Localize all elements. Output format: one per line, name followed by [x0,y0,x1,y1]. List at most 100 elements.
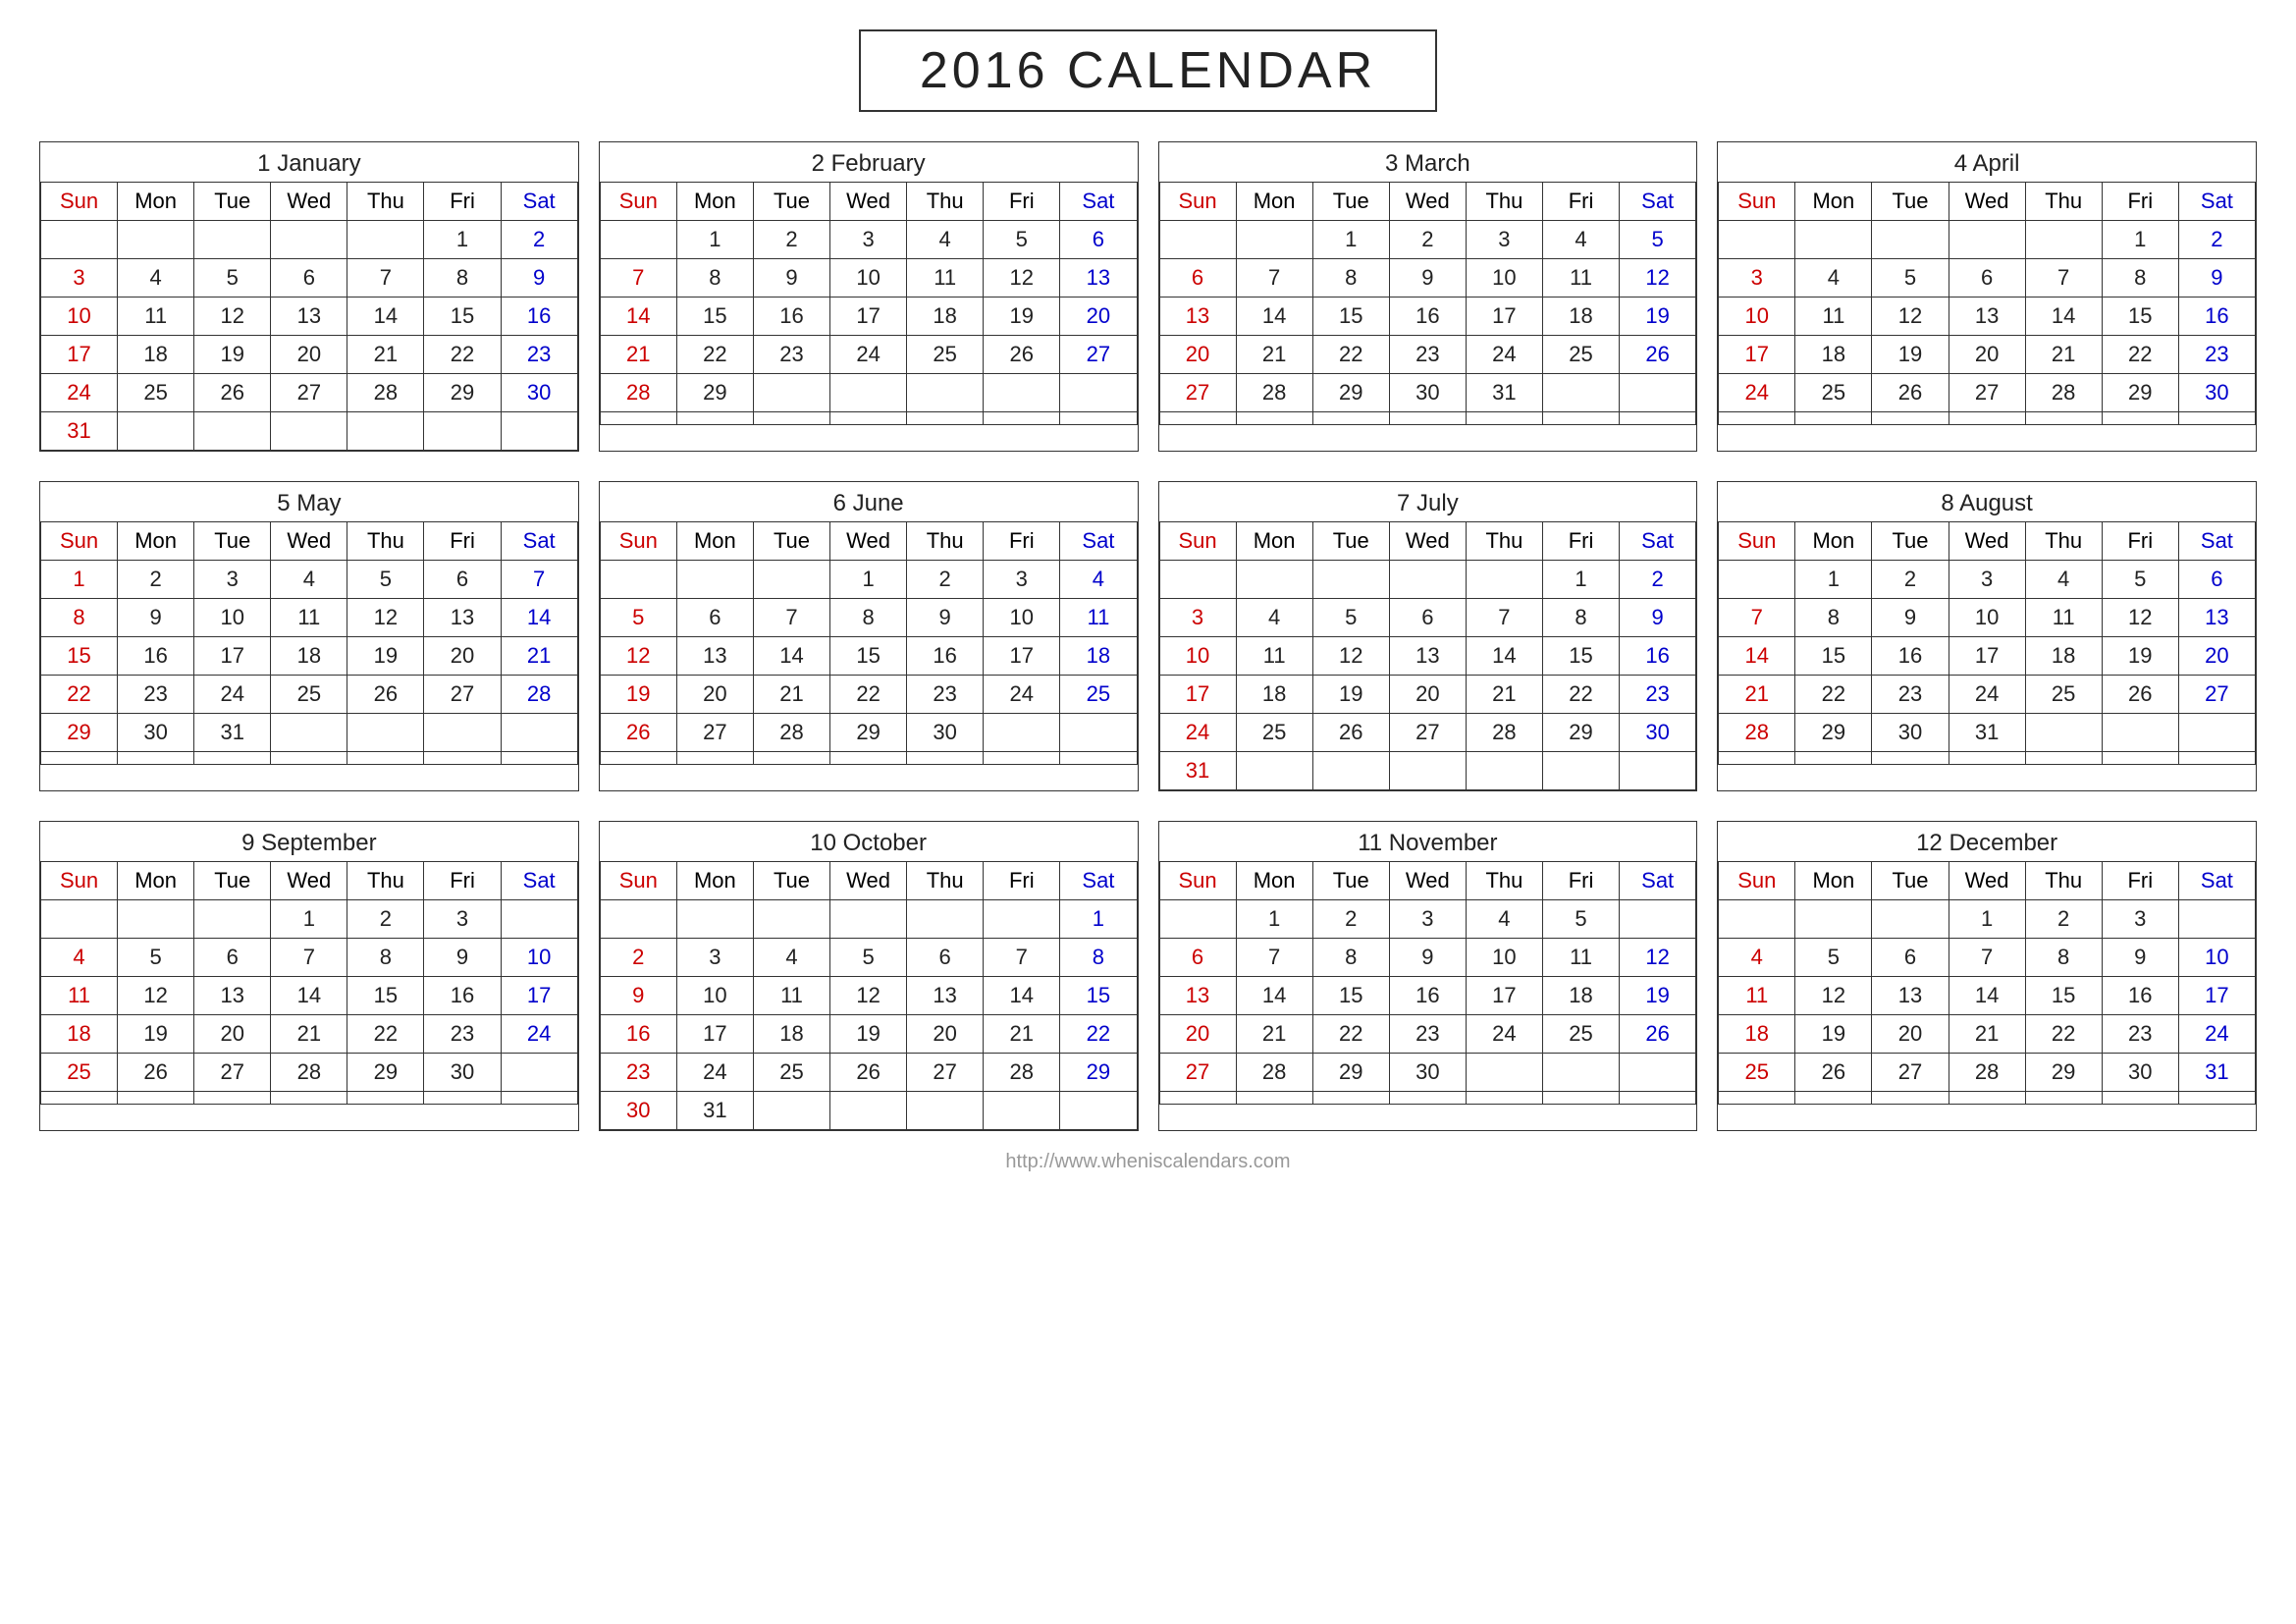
day-cell: 14 [1719,637,1795,676]
day-cell [984,412,1060,425]
day-cell: 28 [271,1054,347,1092]
day-cell: 12 [2102,599,2178,637]
day-cell: 19 [830,1015,907,1054]
day-cell [1466,1092,1542,1105]
day-cell: 4 [271,561,347,599]
day-cell: 21 [1466,676,1542,714]
day-cell: 5 [1312,599,1389,637]
col-header-sun: Sun [1719,522,1795,561]
day-cell: 24 [41,374,118,412]
day-cell: 25 [1542,1015,1619,1054]
day-cell: 8 [1795,599,1872,637]
day-cell: 13 [1872,977,1949,1015]
day-cell [1159,221,1236,259]
day-cell: 15 [2102,298,2178,336]
week-row: 3456789 [1159,599,1696,637]
week-row: 11121314151617 [41,977,578,1015]
col-header-tue: Tue [1312,522,1389,561]
day-cell: 23 [753,336,829,374]
day-cell [118,1092,194,1105]
day-cell: 15 [1312,298,1389,336]
day-cell: 1 [41,561,118,599]
day-cell: 9 [1872,599,1949,637]
col-header-mon: Mon [676,183,753,221]
col-header-sun: Sun [600,862,676,900]
day-cell: 17 [676,1015,753,1054]
day-cell: 15 [347,977,424,1015]
day-cell: 28 [1949,1054,2025,1092]
day-cell: 2 [2025,900,2102,939]
col-header-thu: Thu [2025,862,2102,900]
day-cell [2178,752,2255,765]
col-header-sun: Sun [1159,862,1236,900]
day-cell: 18 [1719,1015,1795,1054]
day-cell: 29 [1542,714,1619,752]
day-cell: 21 [600,336,676,374]
day-cell: 28 [347,374,424,412]
day-cell [2025,752,2102,765]
week-row: 12131415161718 [600,637,1137,676]
week-row: 27282930 [1159,1054,1696,1092]
day-cell: 11 [41,977,118,1015]
day-cell: 26 [600,714,676,752]
day-cell: 19 [194,336,271,374]
col-header-fri: Fri [424,183,501,221]
day-cell [753,1092,829,1130]
month-block-9: 9 SeptemberSunMonTueWedThuFriSat12345678… [39,821,579,1131]
week-row: 17181920212223 [1719,336,2256,374]
day-cell [907,900,984,939]
month-block-2: 2 FebruarySunMonTueWedThuFriSat123456789… [599,141,1139,452]
day-cell: 18 [1795,336,1872,374]
day-cell: 11 [2025,599,2102,637]
day-cell: 15 [1542,637,1619,676]
day-cell: 12 [194,298,271,336]
day-cell: 10 [1949,599,2025,637]
day-cell [1312,752,1389,790]
day-cell [271,1092,347,1105]
day-cell [907,752,984,765]
day-cell: 20 [271,336,347,374]
day-cell: 13 [1159,298,1236,336]
col-header-sun: Sun [41,862,118,900]
week-row [1719,752,2256,765]
day-cell: 1 [271,900,347,939]
week-row: 25262728293031 [1719,1054,2256,1092]
day-cell: 4 [1795,259,1872,298]
day-cell: 12 [118,977,194,1015]
day-cell: 25 [1060,676,1137,714]
day-cell [1236,752,1312,790]
day-cell: 29 [1312,1054,1389,1092]
day-cell: 19 [1872,336,1949,374]
col-header-sat: Sat [1620,183,1696,221]
day-cell: 15 [830,637,907,676]
col-header-fri: Fri [424,862,501,900]
day-cell: 19 [600,676,676,714]
day-cell: 9 [2102,939,2178,977]
col-header-fri: Fri [2102,183,2178,221]
day-cell: 6 [1389,599,1466,637]
day-cell: 7 [1236,259,1312,298]
day-cell [1795,752,1872,765]
day-cell: 24 [676,1054,753,1092]
day-cell: 24 [1719,374,1795,412]
day-cell: 10 [1466,259,1542,298]
day-cell: 16 [1872,637,1949,676]
day-cell: 25 [118,374,194,412]
day-cell [1466,1054,1542,1092]
col-header-tue: Tue [1312,862,1389,900]
day-cell: 29 [1060,1054,1137,1092]
col-header-sun: Sun [1719,183,1795,221]
day-cell [600,900,676,939]
day-cell [1236,561,1312,599]
day-cell: 24 [1466,336,1542,374]
day-cell: 30 [2102,1054,2178,1092]
day-cell: 14 [753,637,829,676]
day-cell [1389,561,1466,599]
col-header-mon: Mon [1236,862,1312,900]
day-cell: 17 [830,298,907,336]
day-cell: 23 [118,676,194,714]
week-row: 10111213141516 [1719,298,2256,336]
day-cell: 9 [118,599,194,637]
day-cell: 6 [1949,259,2025,298]
col-header-thu: Thu [347,862,424,900]
